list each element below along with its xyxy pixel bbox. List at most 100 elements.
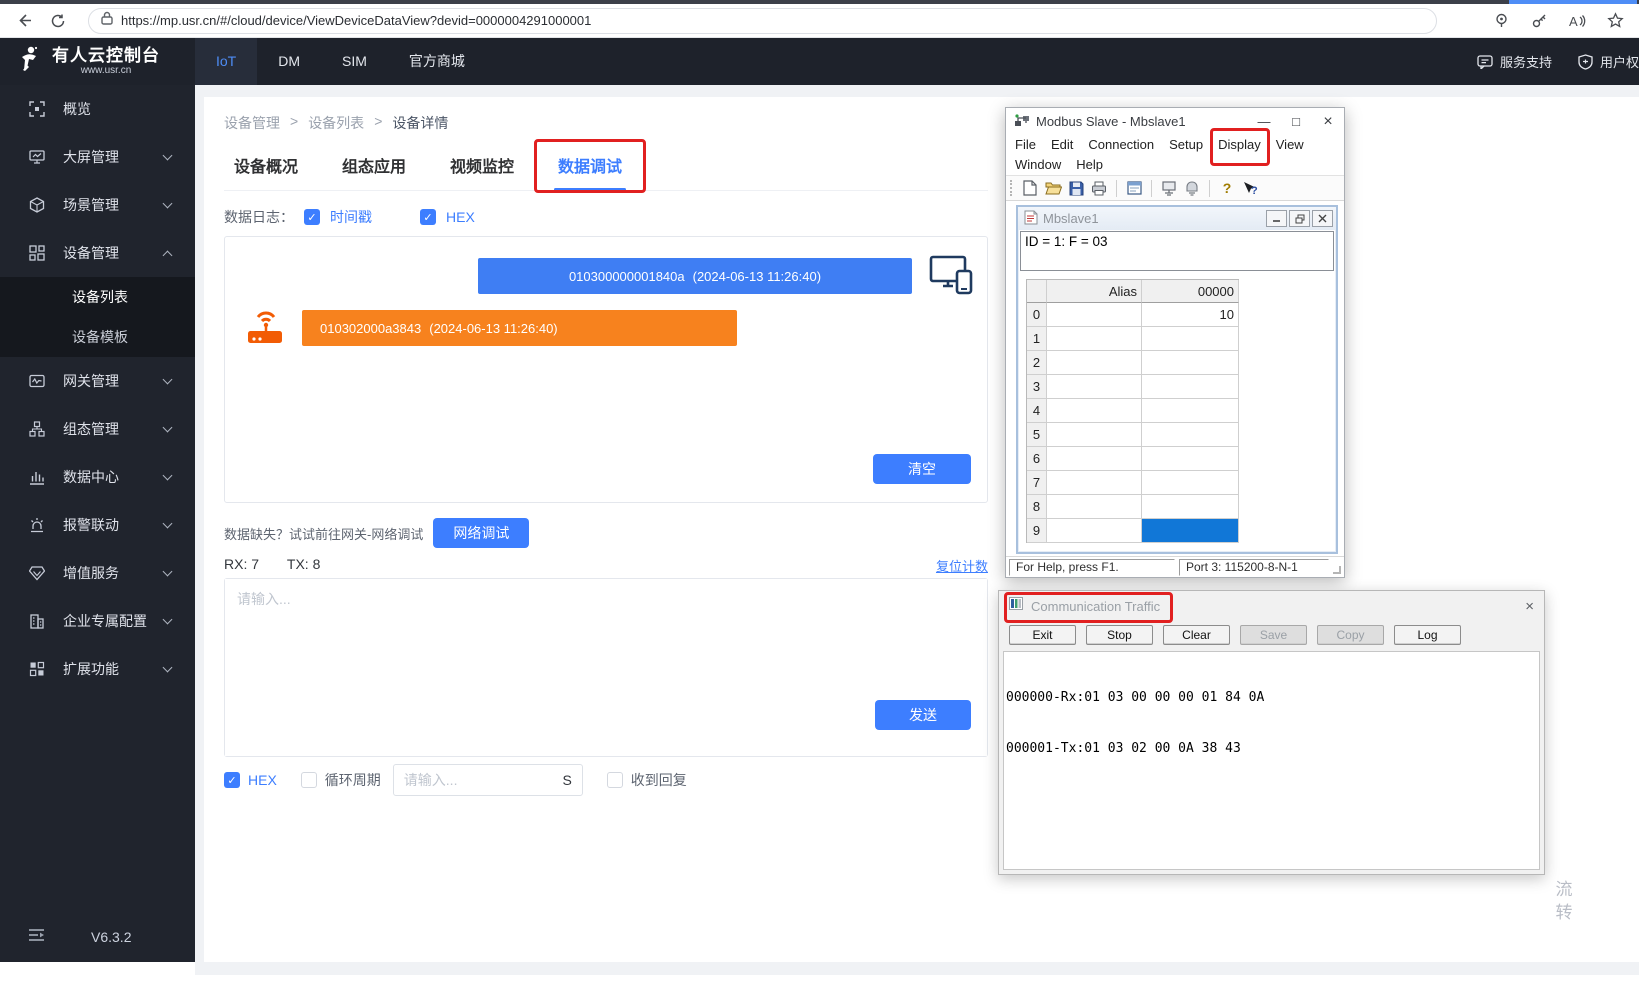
user-rights-link[interactable]: 用户权 (1578, 52, 1639, 71)
modbus-titlebar[interactable]: Modbus Slave - Mbslave1 — □ × (1006, 108, 1344, 135)
new-file-icon[interactable] (1021, 179, 1039, 197)
copy-button: Copy (1317, 625, 1384, 645)
traffic-close-icon[interactable]: × (1525, 598, 1534, 615)
nav-item-mall[interactable]: 官方商城 (388, 38, 486, 85)
menu-setup[interactable]: Setup (1169, 136, 1203, 153)
menu-edit[interactable]: Edit (1051, 136, 1073, 153)
status-port-text: Port 3: 115200-8-N-1 (1179, 559, 1329, 576)
brand-logo[interactable]: 有人云控制台 www.usr.cn (0, 38, 195, 85)
breadcrumb-device-list[interactable]: 设备列表 (308, 113, 364, 133)
exit-button[interactable]: Exit (1009, 625, 1076, 645)
child-restore-icon[interactable] (1289, 210, 1310, 227)
comm-traffic-icon[interactable] (1183, 179, 1201, 197)
chevron-down-icon (163, 519, 173, 529)
cycle-period-input[interactable] (404, 772, 563, 788)
send-button[interactable]: 发送 (875, 700, 971, 730)
breadcrumb-device-mgmt[interactable]: 设备管理 (224, 113, 280, 133)
sidebar: 概览 大屏管理 场景管理 设备管理 设备列表 设备模板 (0, 85, 195, 962)
value-header[interactable]: 00000 (1142, 280, 1239, 303)
table-row: 6 (1027, 447, 1239, 471)
mbslave1-title: Mbslave1 (1043, 211, 1099, 226)
hex-send-checkbox[interactable]: ✓ (224, 772, 240, 788)
address-bar[interactable]: https://mp.usr.cn/#/cloud/device/ViewDev… (88, 8, 1437, 34)
tab-scada-app[interactable]: 组态应用 (342, 153, 406, 191)
open-file-icon[interactable] (1044, 179, 1062, 197)
poll-definition-icon[interactable] (1160, 179, 1178, 197)
hex-log-checkbox[interactable]: ✓ (420, 209, 436, 225)
mbslave1-titlebar[interactable]: Mbslave1 (1018, 207, 1336, 230)
top-navbar: 有人云控制台 www.usr.cn IoT DM SIM 官方商城 服务支持 用… (0, 38, 1639, 85)
tab-video-monitor[interactable]: 视频监控 (450, 153, 514, 191)
support-link[interactable]: 服务支持 (1477, 52, 1552, 71)
screen: https://mp.usr.cn/#/cloud/device/ViewDev… (0, 0, 1639, 1006)
help-icon[interactable]: ? (1218, 179, 1236, 197)
password-key-icon[interactable] (1529, 11, 1549, 31)
display-definition-icon[interactable] (1125, 179, 1143, 197)
table-row: 2 (1027, 351, 1239, 375)
communication-traffic-window: Communication Traffic × Exit Stop Clear … (998, 590, 1545, 875)
back-icon[interactable] (14, 11, 34, 31)
nav-item-sim[interactable]: SIM (321, 38, 388, 85)
traffic-titlebar[interactable]: Communication Traffic × (999, 591, 1544, 621)
sidebar-item-gateway[interactable]: 网关管理 (0, 357, 195, 405)
maximize-icon[interactable]: □ (1280, 108, 1312, 135)
sidebar-item-bigscreen[interactable]: 大屏管理 (0, 133, 195, 181)
clear-button[interactable]: Clear (1163, 625, 1230, 645)
menu-window[interactable]: Window (1015, 156, 1061, 173)
menu-display[interactable]: Display (1218, 136, 1261, 153)
tab-data-debug[interactable]: 数据调试 (558, 153, 622, 191)
modbus-menubar-row1: File Edit Connection Setup Display View (1006, 135, 1344, 155)
selected-cell[interactable] (1142, 519, 1239, 543)
resize-grip[interactable] (1333, 566, 1341, 574)
sidebar-item-overview[interactable]: 概览 (0, 85, 195, 133)
sidebar-item-device[interactable]: 设备管理 (0, 229, 195, 277)
menu-connection[interactable]: Connection (1088, 136, 1154, 153)
reply-checkbox[interactable] (607, 772, 623, 788)
menu-help[interactable]: Help (1076, 156, 1103, 173)
minimize-icon[interactable]: — (1248, 108, 1280, 135)
child-close-icon[interactable] (1312, 210, 1333, 227)
refresh-icon[interactable] (48, 11, 68, 31)
modbus-statusbar: For Help, press F1. Port 3: 115200-8-N-1 (1006, 556, 1344, 577)
save-icon[interactable] (1067, 179, 1085, 197)
collapse-sidebar-icon[interactable] (28, 928, 45, 947)
sidebar-subitem-device-template[interactable]: 设备模板 (0, 317, 195, 357)
favorite-star-icon[interactable] (1605, 11, 1625, 31)
log-message-uplink: 010302000a3843 (2024-06-13 11:26:40) (302, 310, 737, 346)
network-debug-button[interactable]: 网络调试 (433, 518, 529, 548)
sidebar-subitem-device-list[interactable]: 设备列表 (0, 277, 195, 317)
sidebar-item-scada[interactable]: 组态管理 (0, 405, 195, 453)
sidebar-item-extension[interactable]: 扩展功能 (0, 645, 195, 693)
floating-side-widget[interactable]: 流 转 (1552, 878, 1576, 924)
timestamp-checkbox[interactable]: ✓ (304, 209, 320, 225)
sidebar-item-scene[interactable]: 场景管理 (0, 181, 195, 229)
table-row: 8 (1027, 495, 1239, 519)
sidebar-item-vas[interactable]: 增值服务 (0, 549, 195, 597)
sidebar-item-datacenter[interactable]: 数据中心 (0, 453, 195, 501)
location-icon[interactable] (1491, 11, 1511, 31)
send-textarea[interactable] (225, 579, 987, 756)
nav-item-iot[interactable]: IoT (195, 38, 257, 85)
clear-log-button[interactable]: 清空 (873, 454, 971, 484)
print-icon[interactable] (1090, 179, 1108, 197)
breadcrumb: 设备管理 > 设备列表 > 设备详情 (224, 113, 448, 133)
tab-device-overview[interactable]: 设备概况 (234, 153, 298, 191)
traffic-log[interactable]: 000000-Rx:01 03 00 00 00 01 84 0A 000001… (1003, 651, 1540, 870)
stop-button[interactable]: Stop (1086, 625, 1153, 645)
context-help-icon[interactable]: ? (1241, 179, 1259, 197)
sidebar-item-enterprise[interactable]: 企业专属配置 (0, 597, 195, 645)
menu-file[interactable]: File (1015, 136, 1036, 153)
nav-item-dm[interactable]: DM (257, 38, 321, 85)
alias-header[interactable]: Alias (1047, 280, 1142, 303)
read-aloud-icon[interactable]: A (1567, 11, 1587, 31)
close-icon[interactable]: × (1312, 108, 1344, 135)
child-minimize-icon[interactable] (1266, 210, 1287, 227)
cycle-checkbox[interactable] (301, 772, 317, 788)
log-button[interactable]: Log (1394, 625, 1461, 645)
table-row: 5 (1027, 423, 1239, 447)
sidebar-item-alarm[interactable]: 报警联动 (0, 501, 195, 549)
datalog-label: 数据日志： (224, 207, 294, 227)
url-text: https://mp.usr.cn/#/cloud/device/ViewDev… (121, 13, 591, 28)
reset-count-link[interactable]: 复位计数 (936, 556, 988, 575)
menu-view[interactable]: View (1276, 136, 1304, 153)
